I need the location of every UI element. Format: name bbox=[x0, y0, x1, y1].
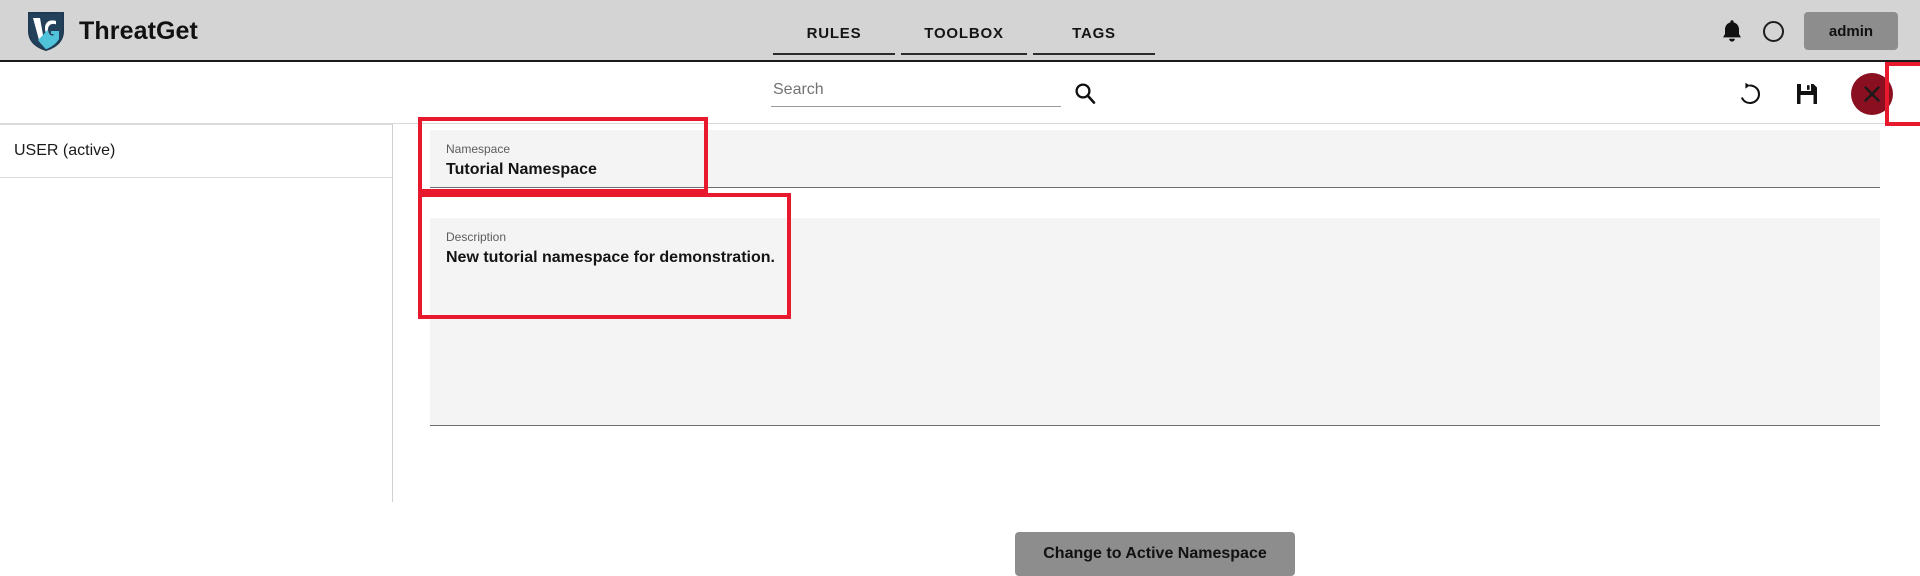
close-x-icon bbox=[1864, 86, 1880, 102]
tab-toolbox[interactable]: TOOLBOX bbox=[901, 25, 1027, 55]
namespace-detail-panel: Namespace Tutorial Namespace Description… bbox=[430, 124, 1880, 576]
description-field-value: New tutorial namespace for demonstration… bbox=[446, 249, 775, 266]
description-field[interactable]: Description New tutorial namespace for d… bbox=[430, 218, 1880, 426]
search-input[interactable] bbox=[771, 78, 1061, 107]
brand-title: ThreatGet bbox=[79, 16, 198, 45]
admin-user-button[interactable]: admin bbox=[1804, 12, 1898, 50]
namespace-field[interactable]: Namespace Tutorial Namespace bbox=[430, 130, 1880, 188]
search-group bbox=[771, 78, 1101, 107]
sidebar-item-user-active[interactable]: USER (active) bbox=[0, 124, 392, 178]
action-icon-group bbox=[1737, 73, 1893, 115]
action-toolbar bbox=[0, 62, 1920, 124]
namespace-field-label: Namespace bbox=[446, 142, 511, 156]
sidebar: USER (active) bbox=[0, 124, 393, 502]
main-navigation: RULES TOOLBOX TAGS bbox=[773, 10, 1155, 55]
description-field-label: Description bbox=[446, 230, 507, 244]
body-area: USER (active) Namespace Tutorial Namespa… bbox=[0, 124, 1920, 576]
change-to-active-namespace-button[interactable]: Change to Active Namespace bbox=[1015, 532, 1295, 576]
undo-refresh-icon[interactable] bbox=[1737, 81, 1763, 107]
top-header: ThreatGet RULES TOOLBOX TAGS admin bbox=[0, 0, 1920, 62]
header-right-group: admin bbox=[1721, 9, 1898, 53]
threatget-shield-logo-icon bbox=[28, 12, 64, 51]
tab-rules[interactable]: RULES bbox=[773, 25, 895, 55]
namespace-field-value: Tutorial Namespace bbox=[446, 161, 597, 178]
brand: ThreatGet bbox=[26, 8, 198, 54]
cta-row: Change to Active Namespace bbox=[430, 532, 1880, 576]
avatar-circle-icon[interactable] bbox=[1763, 20, 1784, 42]
floppy-disk-save-icon[interactable] bbox=[1794, 81, 1820, 107]
close-button[interactable] bbox=[1851, 73, 1893, 115]
search-icon[interactable] bbox=[1073, 81, 1097, 105]
tab-tags[interactable]: TAGS bbox=[1033, 25, 1155, 55]
bell-icon[interactable] bbox=[1721, 19, 1743, 43]
